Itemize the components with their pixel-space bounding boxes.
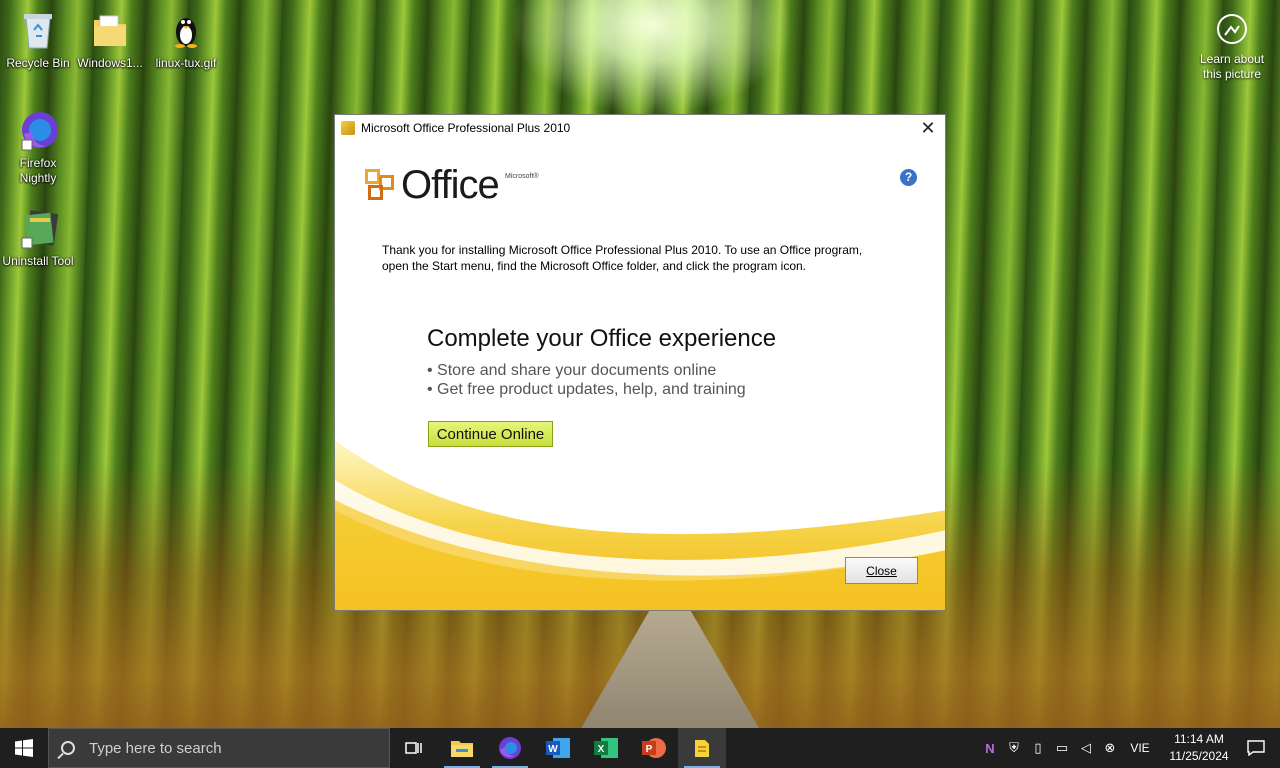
desktop-icon-label: Windows1... <box>77 56 143 70</box>
error-status-icon[interactable]: ⊗ <box>1098 740 1122 756</box>
desktop-icon-label: Recycle Bin <box>6 56 70 70</box>
close-icon[interactable]: ✕ <box>915 115 941 141</box>
tux-penguin-icon <box>164 8 208 52</box>
desktop-icon-firefox-nightly[interactable]: Firefox Nightly <box>0 108 76 186</box>
folder-icon <box>88 8 132 52</box>
file-explorer-icon[interactable] <box>438 728 486 768</box>
dialog-title: Microsoft Office Professional Plus 2010 <box>361 121 571 135</box>
office-setup-icon <box>341 121 355 135</box>
benefit-item: • Store and share your documents online <box>427 362 717 379</box>
camera-info-icon <box>1217 14 1247 44</box>
desktop-icon-label: linux-tux.gif <box>155 56 217 70</box>
office-setup-dialog: Microsoft Office Professional Plus 2010 … <box>334 114 946 611</box>
taskbar: Type here to search W X P N ⛨ ▯ ▭ ◁ ⊗ VI… <box>0 728 1280 768</box>
desktop-icon-label: Uninstall Tool <box>2 254 74 268</box>
svg-text:W: W <box>548 744 558 755</box>
clock-date: 11/25/2024 <box>1169 749 1229 763</box>
system-tray: N ⛨ ▯ ▭ ◁ ⊗ VIE 11:14 AM 11/25/2024 <box>978 728 1280 768</box>
firefox-nightly-icon <box>16 108 60 152</box>
desktop-icon-linux-tux[interactable]: linux-tux.gif <box>148 8 224 71</box>
close-button-label: Close <box>866 563 897 578</box>
notification-center-icon[interactable] <box>1232 728 1280 768</box>
search-icon <box>61 741 75 755</box>
taskbar-clock[interactable]: 11:14 AM 11/25/2024 <box>1166 731 1232 765</box>
desktop-icon-recycle-bin[interactable]: Recycle Bin <box>0 8 76 71</box>
firefox-icon[interactable] <box>486 728 534 768</box>
svg-text:X: X <box>598 744 605 755</box>
word-icon[interactable]: W <box>534 728 582 768</box>
close-button[interactable]: Close <box>845 557 918 584</box>
uninstall-tool-icon <box>16 206 60 250</box>
learn-about-picture[interactable]: Learn about this picture <box>1192 14 1272 82</box>
learn-about-label: Learn about this picture <box>1199 52 1265 81</box>
network-icon[interactable]: ▭ <box>1050 740 1074 756</box>
taskbar-search-box[interactable]: Type here to search <box>48 728 390 768</box>
office-logo-word: Office <box>401 163 500 207</box>
decorative-wave <box>335 440 945 610</box>
desktop-icon-windows-folder[interactable]: Windows1... <box>72 8 148 71</box>
help-icon[interactable]: ? <box>900 169 917 186</box>
office-logo: Office Microsoft® <box>365 163 539 207</box>
dialog-titlebar[interactable]: Microsoft Office Professional Plus 2010 … <box>335 115 945 141</box>
office-logo-microsoft: Microsoft® <box>505 173 539 180</box>
search-placeholder: Type here to search <box>89 739 222 757</box>
clock-time: 11:14 AM <box>1174 732 1224 746</box>
usb-drive-icon[interactable]: ▯ <box>1026 740 1050 756</box>
office-setup-taskbar-icon[interactable] <box>678 728 726 768</box>
start-button[interactable] <box>0 728 48 768</box>
onenote-tray-icon[interactable]: N <box>978 741 1002 756</box>
experience-heading: Complete your Office experience <box>427 325 777 352</box>
security-shield-icon[interactable]: ⛨ <box>1002 740 1026 756</box>
task-view-icon[interactable] <box>390 728 438 768</box>
windows-logo-icon <box>15 739 33 757</box>
recycle-bin-icon <box>16 8 60 52</box>
benefit-item: • Get free product updates, help, and tr… <box>427 381 746 398</box>
office-logo-icon <box>365 169 399 203</box>
benefit-list: • Store and share your documents online … <box>427 361 746 399</box>
svg-text:P: P <box>646 744 653 755</box>
language-indicator[interactable]: VIE <box>1122 741 1158 755</box>
excel-icon[interactable]: X <box>582 728 630 768</box>
intro-text: Thank you for installing Microsoft Offic… <box>382 243 863 273</box>
desktop-icon-uninstall-tool[interactable]: Uninstall Tool <box>0 206 76 269</box>
powerpoint-icon[interactable]: P <box>630 728 678 768</box>
wallpaper-path <box>580 600 760 730</box>
volume-muted-icon[interactable]: ◁ <box>1074 740 1098 756</box>
desktop-icon-label: Firefox Nightly <box>19 156 57 185</box>
